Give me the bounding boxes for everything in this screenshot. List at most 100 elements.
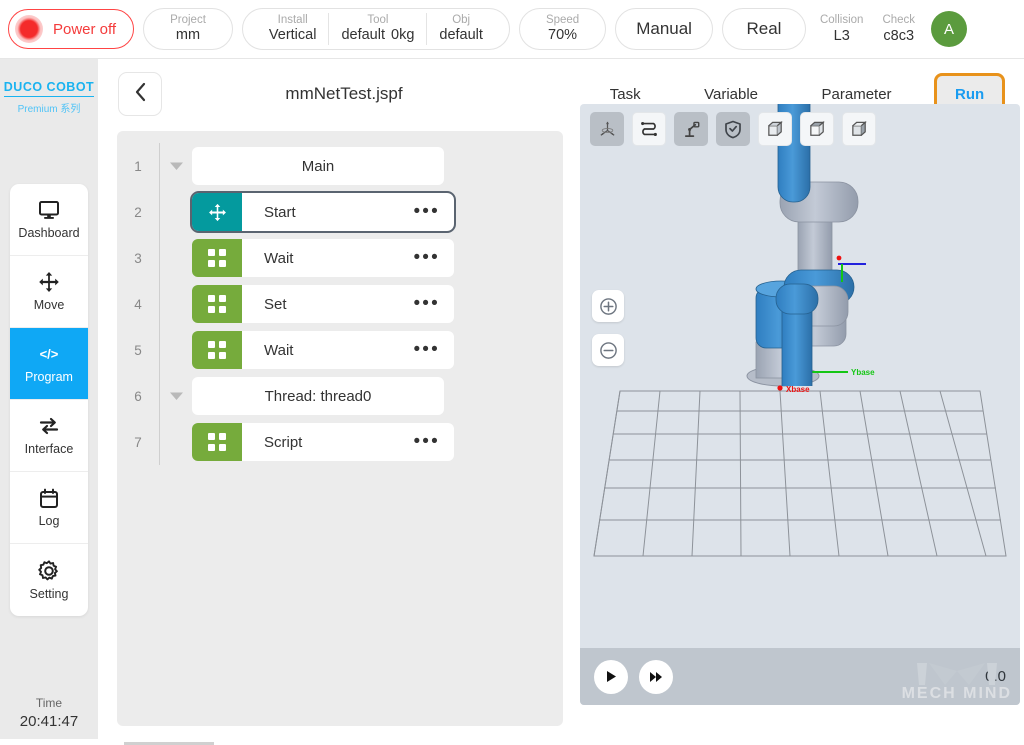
obj-cell: Obj default bbox=[426, 13, 495, 45]
program-tree: 1 Main 2 Start ••• 3 Wait ••• 4 Set ••• … bbox=[117, 131, 563, 726]
grid-squares-icon bbox=[192, 285, 242, 323]
tree-node-thread[interactable]: Thread: thread0 bbox=[192, 377, 444, 415]
row-menu-button[interactable]: ••• bbox=[413, 293, 454, 315]
tree-node-set[interactable]: Set ••• bbox=[192, 285, 454, 323]
obj-label: Obj bbox=[452, 14, 471, 27]
speed-value: 70% bbox=[548, 27, 578, 44]
row-menu-button[interactable]: ••• bbox=[413, 201, 454, 223]
check-label: Check bbox=[882, 13, 916, 26]
row-menu-button[interactable]: ••• bbox=[413, 431, 454, 453]
sidebar: DUCO COBOT Premium 系列 Dashboard Move </> bbox=[0, 59, 98, 745]
tree-row[interactable]: 4 Set ••• bbox=[117, 281, 563, 327]
system-time: Time 20:41:47 bbox=[0, 696, 98, 731]
view-cube-front-icon[interactable] bbox=[758, 112, 792, 146]
sidebar-item-interface-label: Interface bbox=[24, 442, 74, 456]
row-number: 1 bbox=[134, 158, 142, 174]
tree-rail bbox=[159, 189, 160, 235]
right-panel: Task Variable Parameter Run Ybase Xbase … bbox=[570, 59, 1024, 745]
project-chip[interactable]: Project mm bbox=[143, 8, 233, 50]
sidebar-item-setting[interactable]: Setting bbox=[10, 544, 88, 616]
zoom-out-icon[interactable] bbox=[592, 334, 624, 366]
sidebar-nav: Dashboard Move </> Program Interface Log… bbox=[10, 184, 88, 616]
power-off-button[interactable]: Power off bbox=[8, 9, 135, 49]
collapse-caret-icon[interactable] bbox=[160, 391, 192, 401]
robot-arm-icon[interactable] bbox=[674, 112, 708, 146]
sidebar-item-move[interactable]: Move bbox=[10, 256, 88, 328]
tree-rail bbox=[159, 235, 160, 281]
avatar[interactable]: A bbox=[931, 11, 968, 47]
back-button[interactable] bbox=[118, 72, 162, 116]
chevron-left-icon bbox=[134, 82, 147, 107]
tree-node-label: Script bbox=[264, 433, 303, 451]
tree-node-label: Start bbox=[264, 203, 296, 221]
install-tool-obj-chip[interactable]: Install Vertical Tool default 0kg Obj de… bbox=[241, 8, 510, 50]
check-value: c8c3 bbox=[883, 28, 915, 45]
tool-value-row: default 0kg bbox=[341, 27, 414, 45]
row-menu-button[interactable]: ••• bbox=[413, 247, 454, 269]
fast-forward-icon[interactable] bbox=[639, 659, 673, 694]
row-number: 5 bbox=[134, 342, 142, 358]
zoom-in-icon[interactable] bbox=[592, 290, 624, 322]
tree-node-group[interactable]: Main bbox=[192, 147, 444, 185]
robot-upper-section bbox=[775, 255, 866, 386]
row-number: 4 bbox=[134, 296, 142, 312]
row-number: 7 bbox=[134, 434, 142, 450]
tree-node-wait[interactable]: Wait ••• bbox=[192, 331, 454, 369]
sidebar-item-log[interactable]: Log bbox=[10, 472, 88, 544]
tree-node-label: Wait bbox=[264, 249, 294, 267]
row-number: 2 bbox=[134, 204, 142, 220]
speed-chip[interactable]: Speed 70% bbox=[518, 8, 607, 50]
tree-row[interactable]: 6 Thread: thread0 bbox=[117, 373, 563, 419]
sidebar-item-program-label: Program bbox=[25, 370, 73, 384]
tree-row[interactable]: 2 Start ••• bbox=[117, 189, 563, 235]
app-root: Power off Project mm Install Vertical To… bbox=[0, 0, 1024, 745]
tree-row[interactable]: 7 Script ••• bbox=[117, 419, 563, 465]
tree-row[interactable]: 3 Wait ••• bbox=[117, 235, 563, 281]
speed-label: Speed bbox=[545, 14, 580, 27]
sidebar-item-interface[interactable]: Interface bbox=[10, 400, 88, 472]
view-cube-top-icon[interactable] bbox=[800, 112, 834, 146]
program-header: mmNetTest.jspf bbox=[98, 59, 570, 129]
grid-squares-icon bbox=[192, 331, 242, 369]
project-value: mm bbox=[175, 27, 201, 44]
tree-row[interactable]: 5 Wait ••• bbox=[117, 327, 563, 373]
trajectory-path-icon[interactable] bbox=[632, 112, 666, 146]
top-status-bar: Power off Project mm Install Vertical To… bbox=[0, 0, 1024, 59]
viewport-zoom-controls bbox=[592, 290, 624, 366]
bottom-strip bbox=[0, 739, 1024, 745]
tree-node-start[interactable]: Start ••• bbox=[190, 191, 456, 233]
tree-node-wait[interactable]: Wait ••• bbox=[192, 239, 454, 277]
collision-value: L3 bbox=[833, 28, 850, 45]
sidebar-item-dashboard[interactable]: Dashboard bbox=[10, 184, 88, 256]
sidebar-item-program[interactable]: </> Program bbox=[10, 328, 88, 400]
tree-node-script[interactable]: Script ••• bbox=[192, 423, 454, 461]
brand-logo-main: DUCO COBOT bbox=[3, 80, 95, 97]
row-number: 3 bbox=[134, 250, 142, 266]
manual-mode-button[interactable]: Manual bbox=[615, 8, 713, 50]
viewport-toolbar bbox=[590, 112, 876, 146]
sidebar-item-dashboard-label: Dashboard bbox=[18, 226, 80, 240]
obj-value: default bbox=[439, 27, 483, 44]
page-title: mmNetTest.jspf bbox=[285, 84, 403, 103]
coordinate-axes-icon[interactable] bbox=[590, 112, 624, 146]
tree-rail bbox=[159, 419, 160, 465]
collapse-caret-icon[interactable] bbox=[160, 161, 192, 171]
view-cube-side-icon[interactable] bbox=[842, 112, 876, 146]
robot-3d-viewport[interactable]: Ybase Xbase 0.0 MECH MIND bbox=[580, 104, 1020, 705]
playback-value: 0.0 bbox=[985, 668, 1006, 685]
tree-node-label: Main bbox=[301, 157, 335, 175]
row-menu-button[interactable]: ••• bbox=[413, 339, 454, 361]
tool-cell: Tool default 0kg bbox=[328, 13, 426, 45]
sidebar-item-setting-label: Setting bbox=[29, 586, 69, 601]
sidebar-item-log-label: Log bbox=[38, 514, 60, 528]
power-off-label: Power off bbox=[53, 20, 117, 38]
calendar-icon bbox=[39, 487, 59, 509]
tool-label: Tool bbox=[367, 14, 389, 27]
tree-node-label: Set bbox=[264, 295, 287, 313]
tree-node-label: Thread: thread0 bbox=[264, 387, 372, 405]
safety-shield-icon[interactable] bbox=[716, 112, 750, 146]
tree-row[interactable]: 1 Main bbox=[117, 143, 563, 189]
real-mode-button[interactable]: Real bbox=[721, 8, 806, 50]
project-label: Project bbox=[170, 14, 206, 27]
play-icon[interactable] bbox=[594, 659, 628, 694]
